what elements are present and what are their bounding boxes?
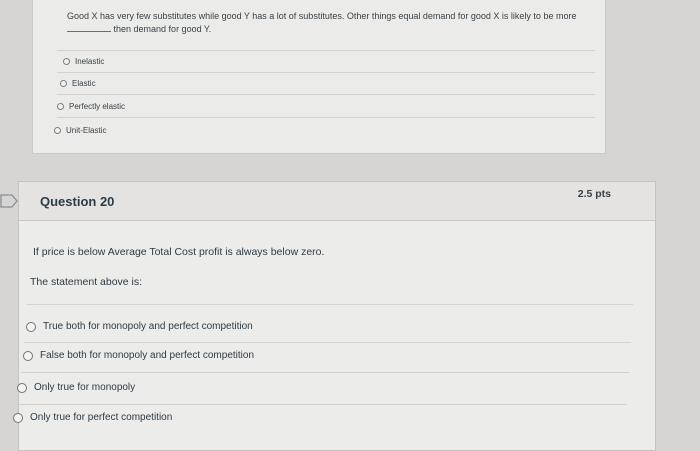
answer-label: Unit-Elastic — [66, 126, 107, 135]
radio-button-icon[interactable] — [60, 80, 67, 87]
divider — [15, 404, 627, 405]
divider — [21, 372, 629, 373]
answer-label: Perfectly elastic — [69, 102, 126, 111]
previous-question-card: Good X has very few substitutes while go… — [32, 0, 606, 154]
divider — [57, 50, 595, 51]
answer-label: Only true for monopoly — [34, 382, 136, 393]
previous-question-text-part2: then demand for good Y. — [113, 24, 212, 34]
radio-button-icon[interactable] — [17, 382, 27, 393]
fill-in-blank — [67, 23, 111, 32]
previous-question-text: Good X has very few substitutes while go… — [67, 10, 597, 36]
answer-option-only-monopoly[interactable]: Only true for monopoly — [17, 382, 135, 393]
answer-option-perfectly-elastic[interactable]: Perfectly elastic — [57, 102, 125, 111]
question-subprompt: The statement above is: — [30, 276, 143, 288]
radio-button-icon[interactable] — [54, 127, 61, 134]
answer-label: Only true for perfect competition — [30, 412, 173, 423]
flag-question-icon[interactable] — [0, 194, 18, 208]
divider — [27, 304, 633, 305]
answer-option-only-perfect-competition[interactable]: Only true for perfect competition — [13, 412, 172, 423]
divider — [57, 117, 595, 118]
answer-option-unit-elastic[interactable]: Unit-Elastic — [54, 126, 106, 135]
divider — [57, 94, 595, 95]
question-card: Question 20 2.5 pts If price is below Av… — [13, 181, 656, 451]
radio-button-icon[interactable] — [63, 58, 70, 65]
answer-label: True both for monopoly and perfect compe… — [43, 321, 253, 332]
question-prompt: If price is below Average Total Cost pro… — [33, 246, 325, 258]
answer-label: Inelastic — [75, 57, 105, 66]
radio-button-icon[interactable] — [13, 412, 23, 423]
radio-button-icon[interactable] — [57, 103, 64, 110]
radio-button-icon[interactable] — [26, 321, 36, 332]
answer-option-false-both[interactable]: False both for monopoly and perfect comp… — [23, 350, 254, 361]
answer-label: False both for monopoly and perfect comp… — [40, 350, 255, 361]
question-title: Question 20 — [40, 194, 115, 209]
divider — [57, 72, 595, 73]
answer-option-elastic[interactable]: Elastic — [60, 79, 96, 88]
divider — [24, 342, 631, 343]
question-points: 2.5 pts — [577, 188, 611, 200]
answer-option-inelastic[interactable]: Inelastic — [63, 57, 104, 66]
question-header: Question 20 2.5 pts — [19, 182, 655, 221]
previous-question-text-part1: Good X has very few substitutes while go… — [67, 11, 577, 21]
answer-label: Elastic — [72, 79, 96, 88]
radio-button-icon[interactable] — [23, 350, 33, 361]
answer-option-true-both[interactable]: True both for monopoly and perfect compe… — [26, 321, 253, 332]
